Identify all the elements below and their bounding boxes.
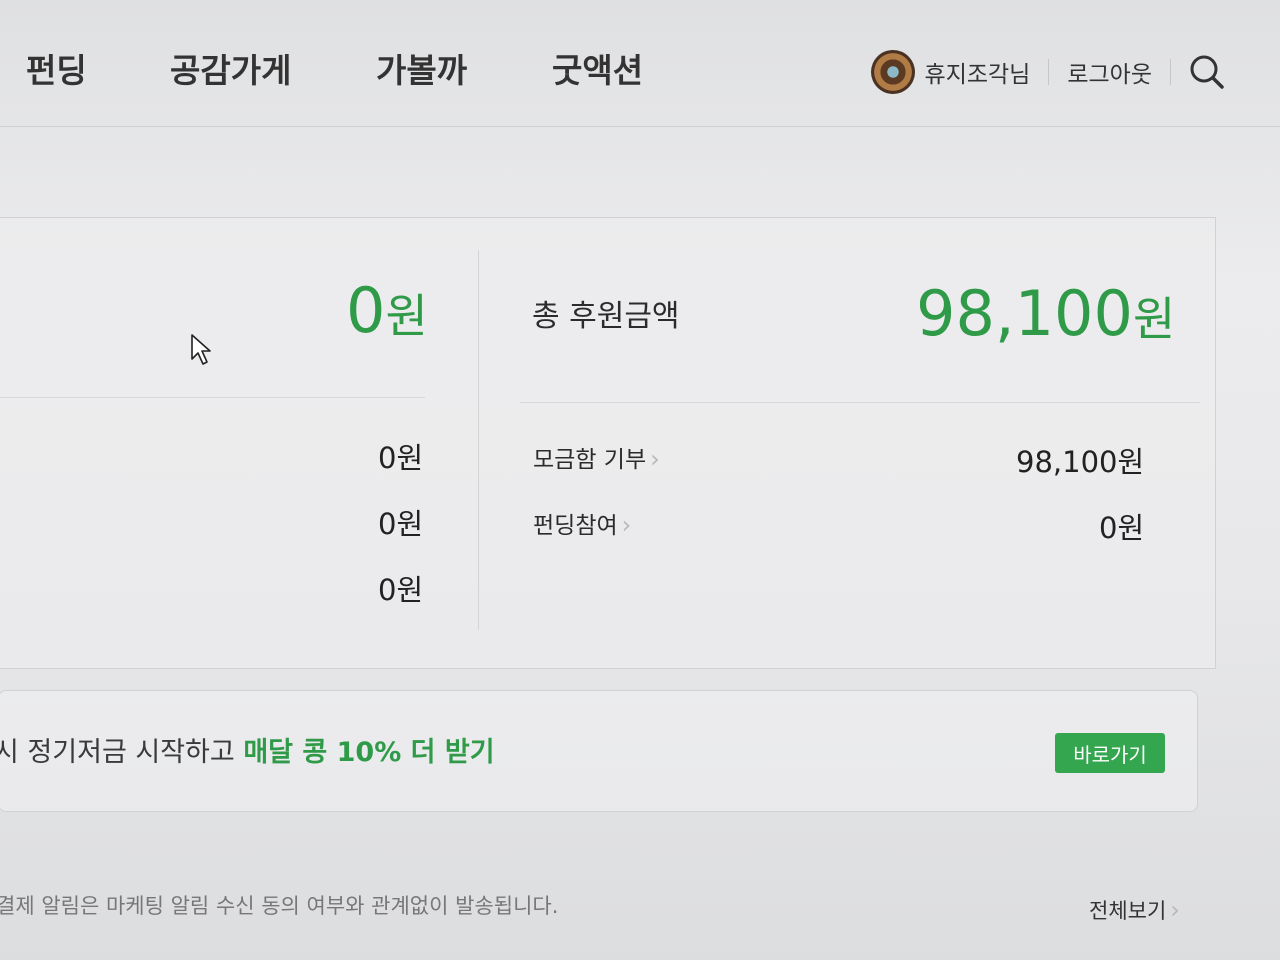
donation-box-link[interactable]: 모금함 기부 › bbox=[533, 440, 660, 474]
left-row-value: 0원 bbox=[378, 573, 424, 607]
user-area: 휴지조각님 로그아웃 bbox=[870, 46, 1225, 98]
total-donation-amount: 98,100원 bbox=[916, 283, 1175, 345]
page: 펀딩 공감가게 가볼까 굿액션 휴지조각님 로그아웃 0원 0원 0원 0원 총… bbox=[0, 0, 1280, 960]
divider bbox=[0, 397, 425, 398]
go-button[interactable]: 바로가기 bbox=[1055, 733, 1165, 773]
payment-notice: 결제 알림은 마케팅 알림 수신 동의 여부와 관계없이 발송됩니다. bbox=[0, 894, 559, 918]
view-all-label: 전체보기 bbox=[1089, 899, 1167, 923]
promo-text-prefix: 시 정기저금 시작하고 bbox=[0, 737, 244, 768]
funding-participation-value: 0원 bbox=[1099, 511, 1145, 545]
left-row-value: 0원 bbox=[378, 507, 424, 541]
divider bbox=[520, 402, 1200, 403]
chevron-right-icon: › bbox=[650, 445, 660, 473]
user-name[interactable]: 휴지조각님 bbox=[925, 55, 1031, 89]
promo-text: 시 정기저금 시작하고 매달 콩 10% 더 받기 bbox=[0, 730, 495, 769]
nav-item-shall-we-go[interactable]: 가볼까 bbox=[376, 44, 467, 92]
left-total-unit: 원 bbox=[385, 289, 428, 343]
total-donation-label: 총 후원금액 bbox=[532, 299, 680, 334]
total-donation-unit: 원 bbox=[1132, 292, 1176, 346]
promo-text-highlight: 매달 콩 10% 더 받기 bbox=[243, 737, 495, 768]
view-all-link[interactable]: 전체보기 › bbox=[1089, 895, 1180, 925]
donation-box-label: 모금함 기부 bbox=[533, 447, 647, 473]
nav-item-funding[interactable]: 펀딩 bbox=[26, 44, 87, 92]
separator bbox=[1048, 59, 1050, 85]
separator bbox=[1170, 59, 1171, 85]
funding-participation-link[interactable]: 펀딩참여 › bbox=[533, 506, 631, 540]
avatar[interactable] bbox=[870, 50, 915, 94]
top-nav: 펀딩 공감가게 가볼까 굿액션 휴지조각님 로그아웃 bbox=[0, 0, 1280, 127]
donation-box-value: 98,100원 bbox=[1016, 445, 1145, 479]
mouse-cursor-icon bbox=[191, 334, 211, 365]
left-total-value: 0 bbox=[346, 274, 386, 347]
chevron-right-icon: › bbox=[1170, 896, 1180, 924]
total-donation-value: 98,100 bbox=[916, 277, 1133, 350]
nav-item-good-action[interactable]: 굿액션 bbox=[552, 44, 643, 92]
left-row-value: 0원 bbox=[378, 441, 424, 475]
left-total-amount: 0원 bbox=[346, 280, 428, 342]
column-divider bbox=[478, 250, 479, 630]
search-icon[interactable] bbox=[1189, 54, 1225, 90]
chevron-right-icon: › bbox=[621, 511, 632, 539]
logout-link[interactable]: 로그아웃 bbox=[1067, 55, 1152, 89]
funding-participation-label: 펀딩참여 bbox=[533, 513, 618, 539]
nav-item-empathy-store[interactable]: 공감가게 bbox=[170, 44, 291, 92]
